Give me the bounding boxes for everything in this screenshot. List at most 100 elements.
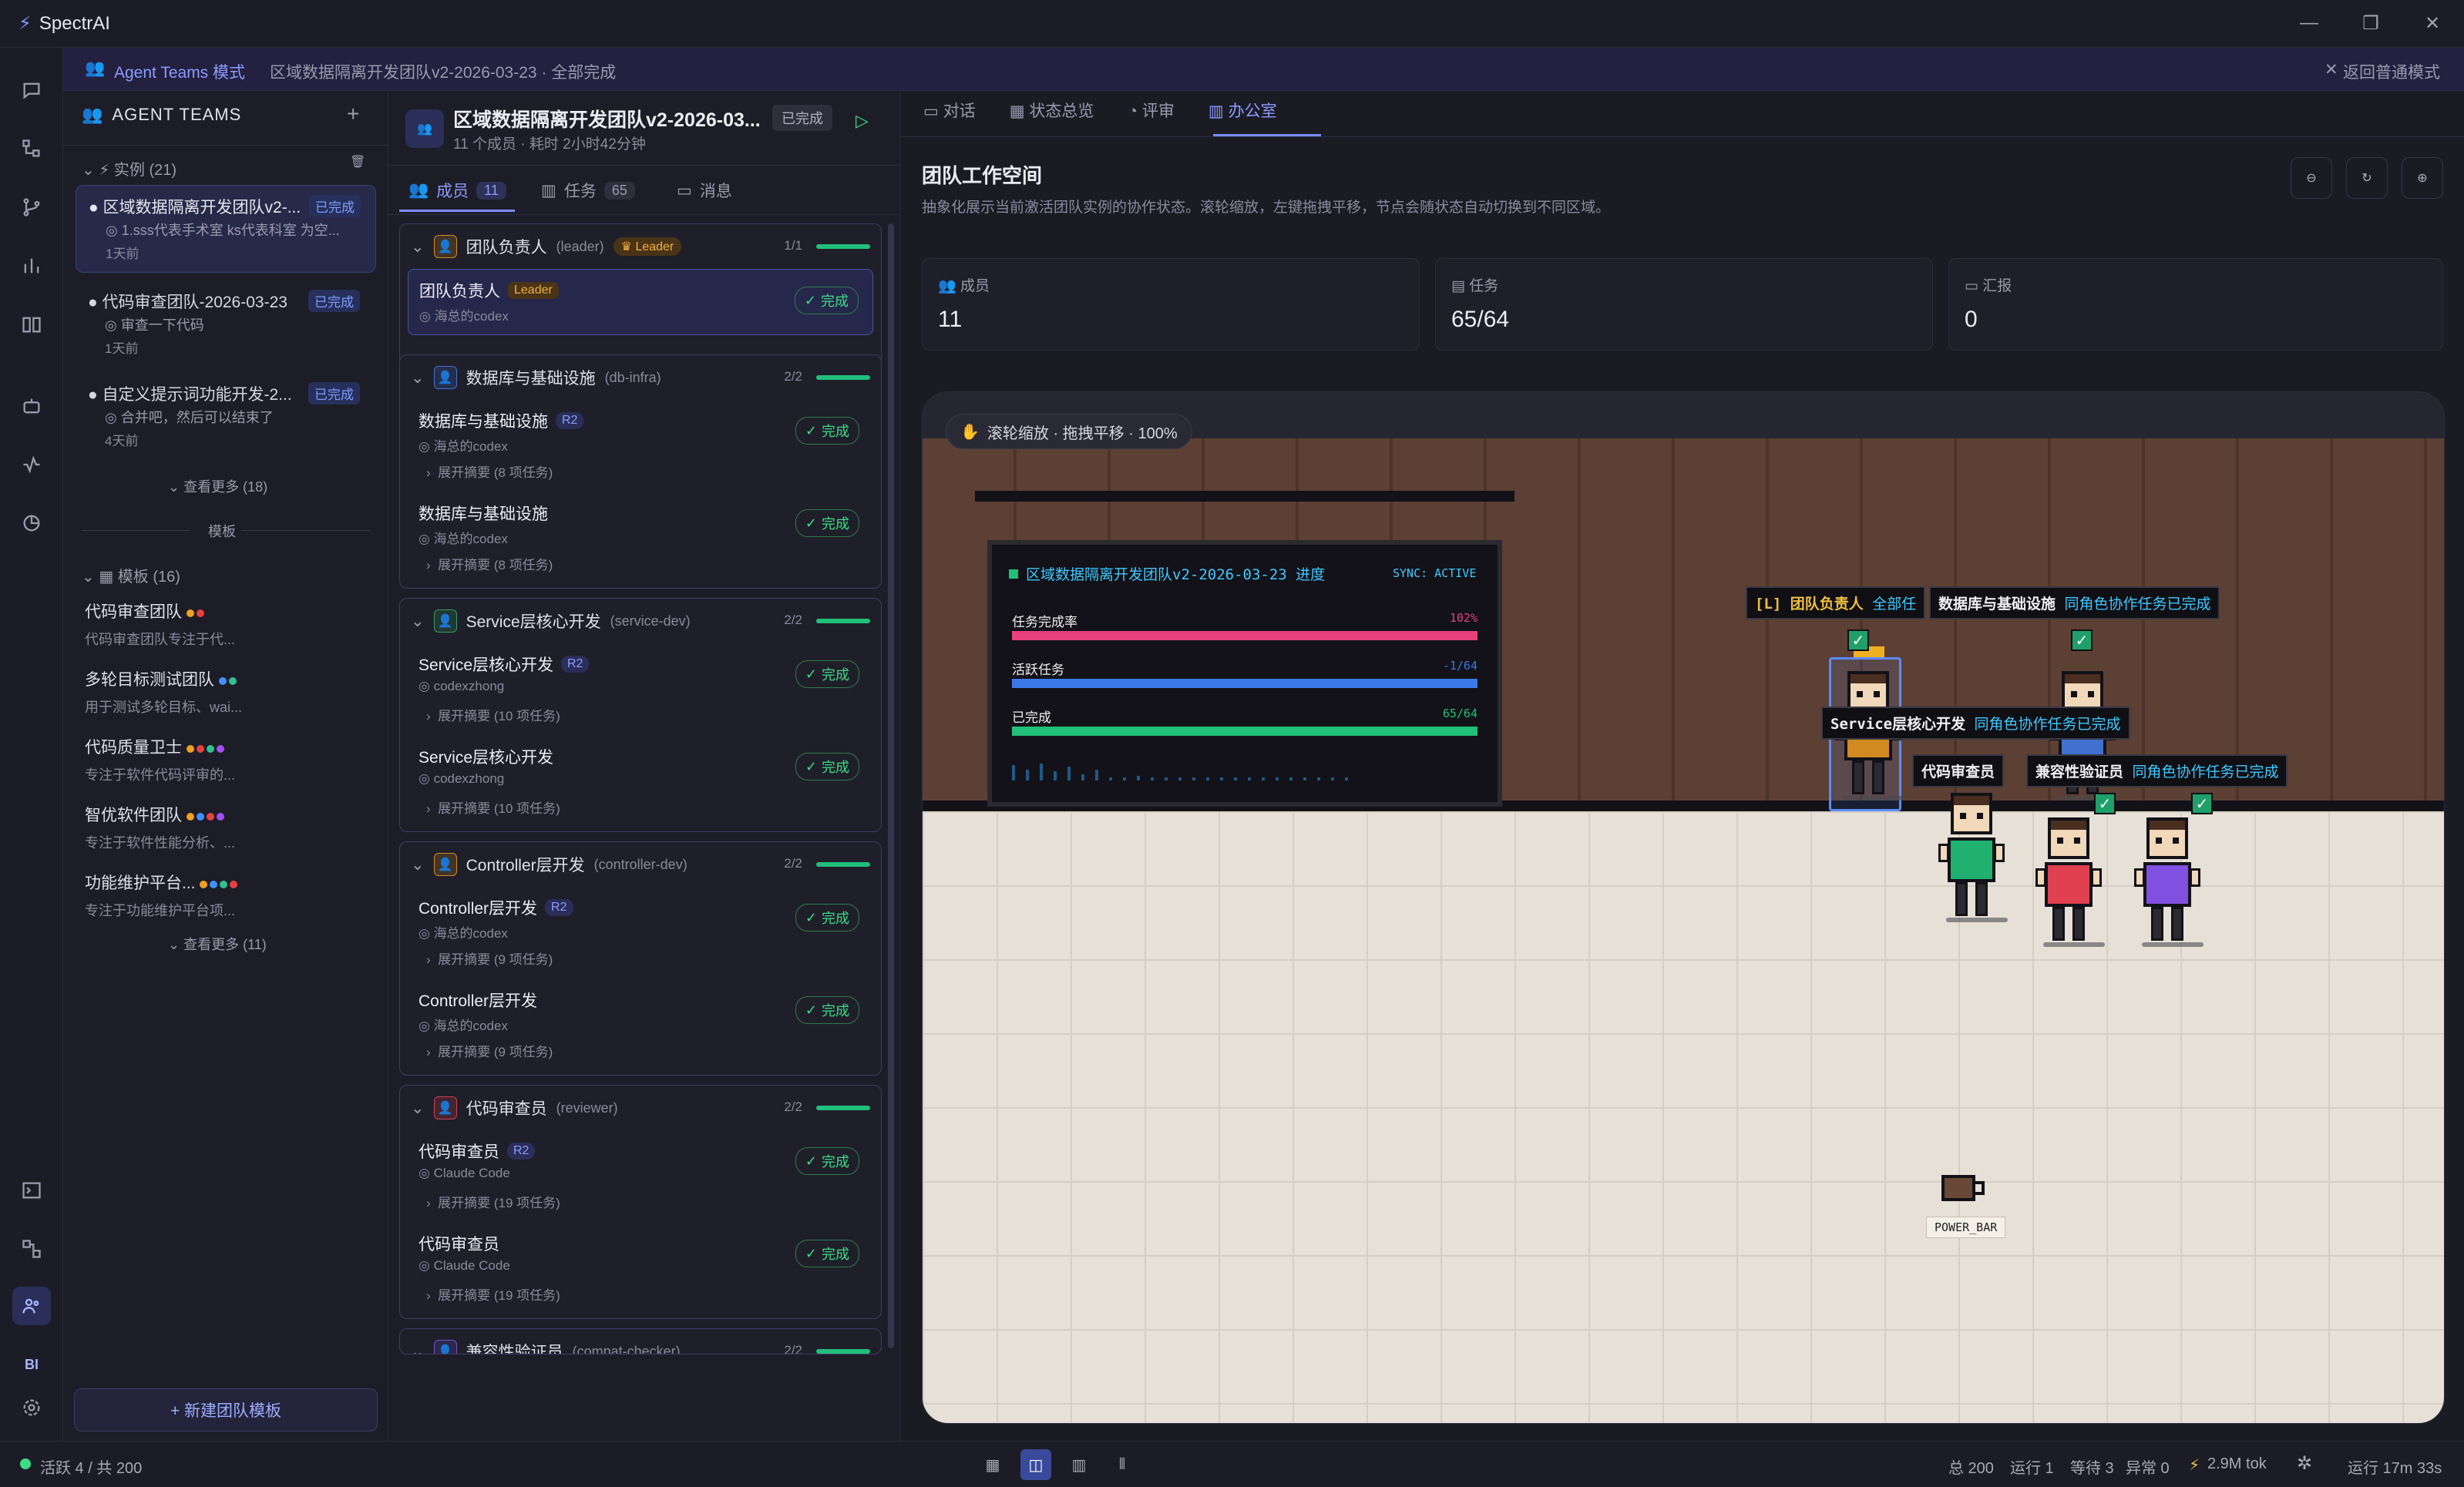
- trash-icon[interactable]: 🗑: [350, 154, 365, 170]
- group-header[interactable]: ⌄ 👤 数据库与基础设施 (db-infra) 2/2: [400, 355, 881, 400]
- member-owner: codexzhong: [433, 771, 505, 786]
- templates-section-header[interactable]: ⌄ ▦ 模板 (16): [82, 564, 180, 586]
- branch-icon[interactable]: [12, 188, 51, 227]
- add-team-button[interactable]: +: [347, 102, 359, 126]
- member-item[interactable]: Controller层开发 R2 ◎ 海总的codex › 展开摘要 (9 项任…: [408, 887, 873, 976]
- char-service-dev[interactable]: [1938, 793, 2008, 924]
- member-item[interactable]: Service层核心开发 ◎ codexzhong › 展开摘要 (10 项任务…: [408, 736, 873, 825]
- settings-icon[interactable]: [12, 1388, 51, 1427]
- grid-view-icon[interactable]: ▦: [977, 1449, 1008, 1480]
- expand-summary[interactable]: › 展开摘要 (10 项任务): [426, 705, 560, 724]
- bi-icon[interactable]: BI: [12, 1345, 51, 1384]
- power-bar-label: POWER_BAR: [1926, 1217, 2006, 1238]
- minimize-icon[interactable]: —: [2286, 8, 2332, 39]
- expand-summary-label: 展开摘要 (10 项任务): [438, 801, 560, 816]
- split-view-icon[interactable]: ◫: [1020, 1449, 1051, 1480]
- group-header[interactable]: ⌄ 👤 Controller层开发 (controller-dev) 2/2: [400, 842, 881, 887]
- tab-office[interactable]: ▥ 办公室: [1208, 99, 1277, 122]
- tab-members[interactable]: 👥 成员 11: [408, 179, 506, 202]
- member-tag: R2: [507, 1143, 536, 1160]
- tab-review[interactable]: ◔ 评审: [1128, 99, 1175, 122]
- scrollbar[interactable]: [888, 223, 894, 1348]
- expand-summary[interactable]: › 展开摘要 (9 项任务): [426, 948, 553, 968]
- member-item[interactable]: 代码审查员 R2 ◎ Claude Code › 展开摘要 (19 项任务) ✓…: [408, 1130, 873, 1220]
- instance-time: 4天前: [105, 434, 139, 448]
- office-canvas[interactable]: 区域数据隔离开发团队v2-2026-03-23 进度 SYNC: ACTIVE …: [922, 391, 2445, 1424]
- group-role: (db-infra): [604, 369, 661, 385]
- member-name: Service层核心开发: [419, 749, 554, 767]
- back-to-normal-link[interactable]: 返回普通模式: [2343, 60, 2440, 83]
- char-reviewer[interactable]: [2035, 817, 2105, 948]
- template-item[interactable]: 智优软件团队 专注于软件性能分析、...: [85, 803, 235, 852]
- check-circle-icon: ✓: [805, 422, 817, 438]
- back-close-icon[interactable]: ✕: [2324, 60, 2338, 79]
- show-more-templates[interactable]: ⌄ 查看更多 (11): [168, 934, 267, 954]
- member-name: 数据库与基础设施: [419, 505, 548, 523]
- char-compat[interactable]: [2134, 817, 2203, 948]
- member-item[interactable]: Controller层开发 ◎ 海总的codex › 展开摘要 (9 项任务) …: [408, 979, 873, 1069]
- teams-icon[interactable]: [12, 1287, 51, 1325]
- zoom-in-icon[interactable]: ⊕: [2402, 157, 2443, 199]
- terminal-icon[interactable]: [12, 1171, 51, 1210]
- expand-summary-label: 展开摘要 (19 项任务): [438, 1196, 560, 1210]
- tag-who: Service层核心开发: [1830, 716, 1966, 733]
- bar-chart-icon[interactable]: [12, 247, 51, 285]
- template-item[interactable]: 多轮目标测试团队 用于测试多轮目标、wai...: [85, 667, 242, 717]
- instance-item[interactable]: ● 代码审查团队-2026-03-23 已完成 ◎ 审查一下代码 1天前: [76, 280, 376, 365]
- member-item[interactable]: 代码审查员 ◎ Claude Code › 展开摘要 (19 项任务) ✓ 完成: [408, 1223, 873, 1312]
- workspace-desc: 抽象化展示当前激活团队实例的协作状态。滚轮缩放，左键拖拽平移，节点会随状态自动切…: [922, 200, 1611, 216]
- role-icon: 👤: [433, 609, 457, 633]
- expand-summary[interactable]: › 展开摘要 (10 项任务): [426, 797, 560, 817]
- restore-icon[interactable]: ❐: [2348, 8, 2394, 39]
- member-item[interactable]: 团队负责人 Leader ◎ 海总的codex ✓ 完成: [408, 269, 873, 335]
- chart-view-icon[interactable]: ▥: [1064, 1449, 1094, 1480]
- book-icon[interactable]: [12, 305, 51, 344]
- stat-label: 任务: [1469, 278, 1499, 294]
- template-item[interactable]: 功能维护平台... 专注于功能维护平台项...: [85, 871, 240, 920]
- done-label: 完成: [822, 760, 849, 775]
- tab-messages[interactable]: ▭ 消息: [677, 179, 732, 202]
- instances-label: 实例 (21): [113, 162, 177, 179]
- member-item[interactable]: Service层核心开发 R2 ◎ codexzhong › 展开摘要 (10 …: [408, 643, 873, 733]
- template-item[interactable]: 代码质量卫士 专注于软件代码评审的...: [85, 735, 235, 784]
- group-header[interactable]: ⌄ 👤 兼容性验证员 (compat-checker) 2/2: [400, 1329, 881, 1354]
- team-subtitle: 11 个成员 · 耗时 2小时42分钟: [453, 136, 646, 153]
- workflow-icon[interactable]: [12, 1230, 51, 1268]
- done-label: 完成: [822, 1154, 849, 1170]
- member-item[interactable]: 数据库与基础设施 R2 ◎ 海总的codex › 展开摘要 (8 项任务) ✓ 完…: [408, 400, 873, 489]
- expand-summary[interactable]: › 展开摘要 (19 项任务): [426, 1192, 560, 1211]
- member-item[interactable]: 数据库与基础设施 ◎ 海总的codex › 展开摘要 (8 项任务) ✓ 完成: [408, 492, 873, 582]
- new-template-button[interactable]: + 新建团队模板: [74, 1388, 378, 1432]
- group-header[interactable]: ⌄ 👤 团队负责人 (leader) ♛ Leader 1/1: [400, 224, 881, 269]
- activity-icon[interactable]: [12, 445, 51, 484]
- play-icon[interactable]: ▷: [856, 111, 869, 131]
- chevron-down-icon: ⌄: [411, 237, 425, 256]
- expand-summary[interactable]: › 展开摘要 (19 项任务): [426, 1284, 560, 1304]
- role-icon: 👤: [433, 1096, 457, 1119]
- show-more-instances[interactable]: ⌄ 查看更多 (18): [168, 476, 267, 496]
- stat-label: 汇报: [1982, 278, 2012, 294]
- tree-icon[interactable]: [12, 129, 51, 168]
- instance-item[interactable]: ● 区域数据隔离开发团队v2-... 已完成 ◎ 1.sss代表手术室 ks代表…: [76, 185, 376, 273]
- tab-overview[interactable]: ▦ 状态总览: [1010, 99, 1094, 122]
- view-switcher: ▦ ◫ ▥ ⦀: [977, 1449, 1138, 1480]
- chat-icon[interactable]: [12, 71, 51, 109]
- reset-icon[interactable]: ↻: [2346, 157, 2388, 199]
- columns-view-icon[interactable]: ⦀: [1107, 1449, 1138, 1480]
- member-group-card: ⌄ 👤 代码审查员 (reviewer) 2/2 代码审查员 R2 ◎ Clau…: [399, 1085, 882, 1319]
- zoom-out-icon[interactable]: ⊖: [2291, 157, 2332, 199]
- template-item[interactable]: 代码审查团队 代码审查团队专注于代...: [85, 599, 235, 649]
- close-icon[interactable]: ✕: [2409, 8, 2456, 39]
- tab-tasks[interactable]: ▥ 任务 65: [541, 179, 635, 202]
- group-header[interactable]: ⌄ 👤 Service层核心开发 (service-dev) 2/2: [400, 599, 881, 643]
- instance-item[interactable]: ● 自定义提示词功能开发-2... 已完成 ◎ 合并吧，然后可以结束了 4天前: [76, 373, 376, 458]
- expand-summary[interactable]: › 展开摘要 (8 项任务): [426, 554, 553, 573]
- bot-icon[interactable]: [12, 387, 51, 425]
- expand-summary[interactable]: › 展开摘要 (8 项任务): [426, 462, 553, 481]
- instances-section-header[interactable]: ⌄ ⚡ 实例 (21): [82, 157, 176, 180]
- expand-summary[interactable]: › 展开摘要 (9 项任务): [426, 1041, 553, 1060]
- group-header[interactable]: ⌄ 👤 代码审查员 (reviewer) 2/2: [400, 1086, 881, 1130]
- tab-chat[interactable]: ▭ 对话: [923, 99, 976, 122]
- pie-icon[interactable]: [12, 504, 51, 542]
- bug-icon[interactable]: ✲: [2297, 1452, 2312, 1475]
